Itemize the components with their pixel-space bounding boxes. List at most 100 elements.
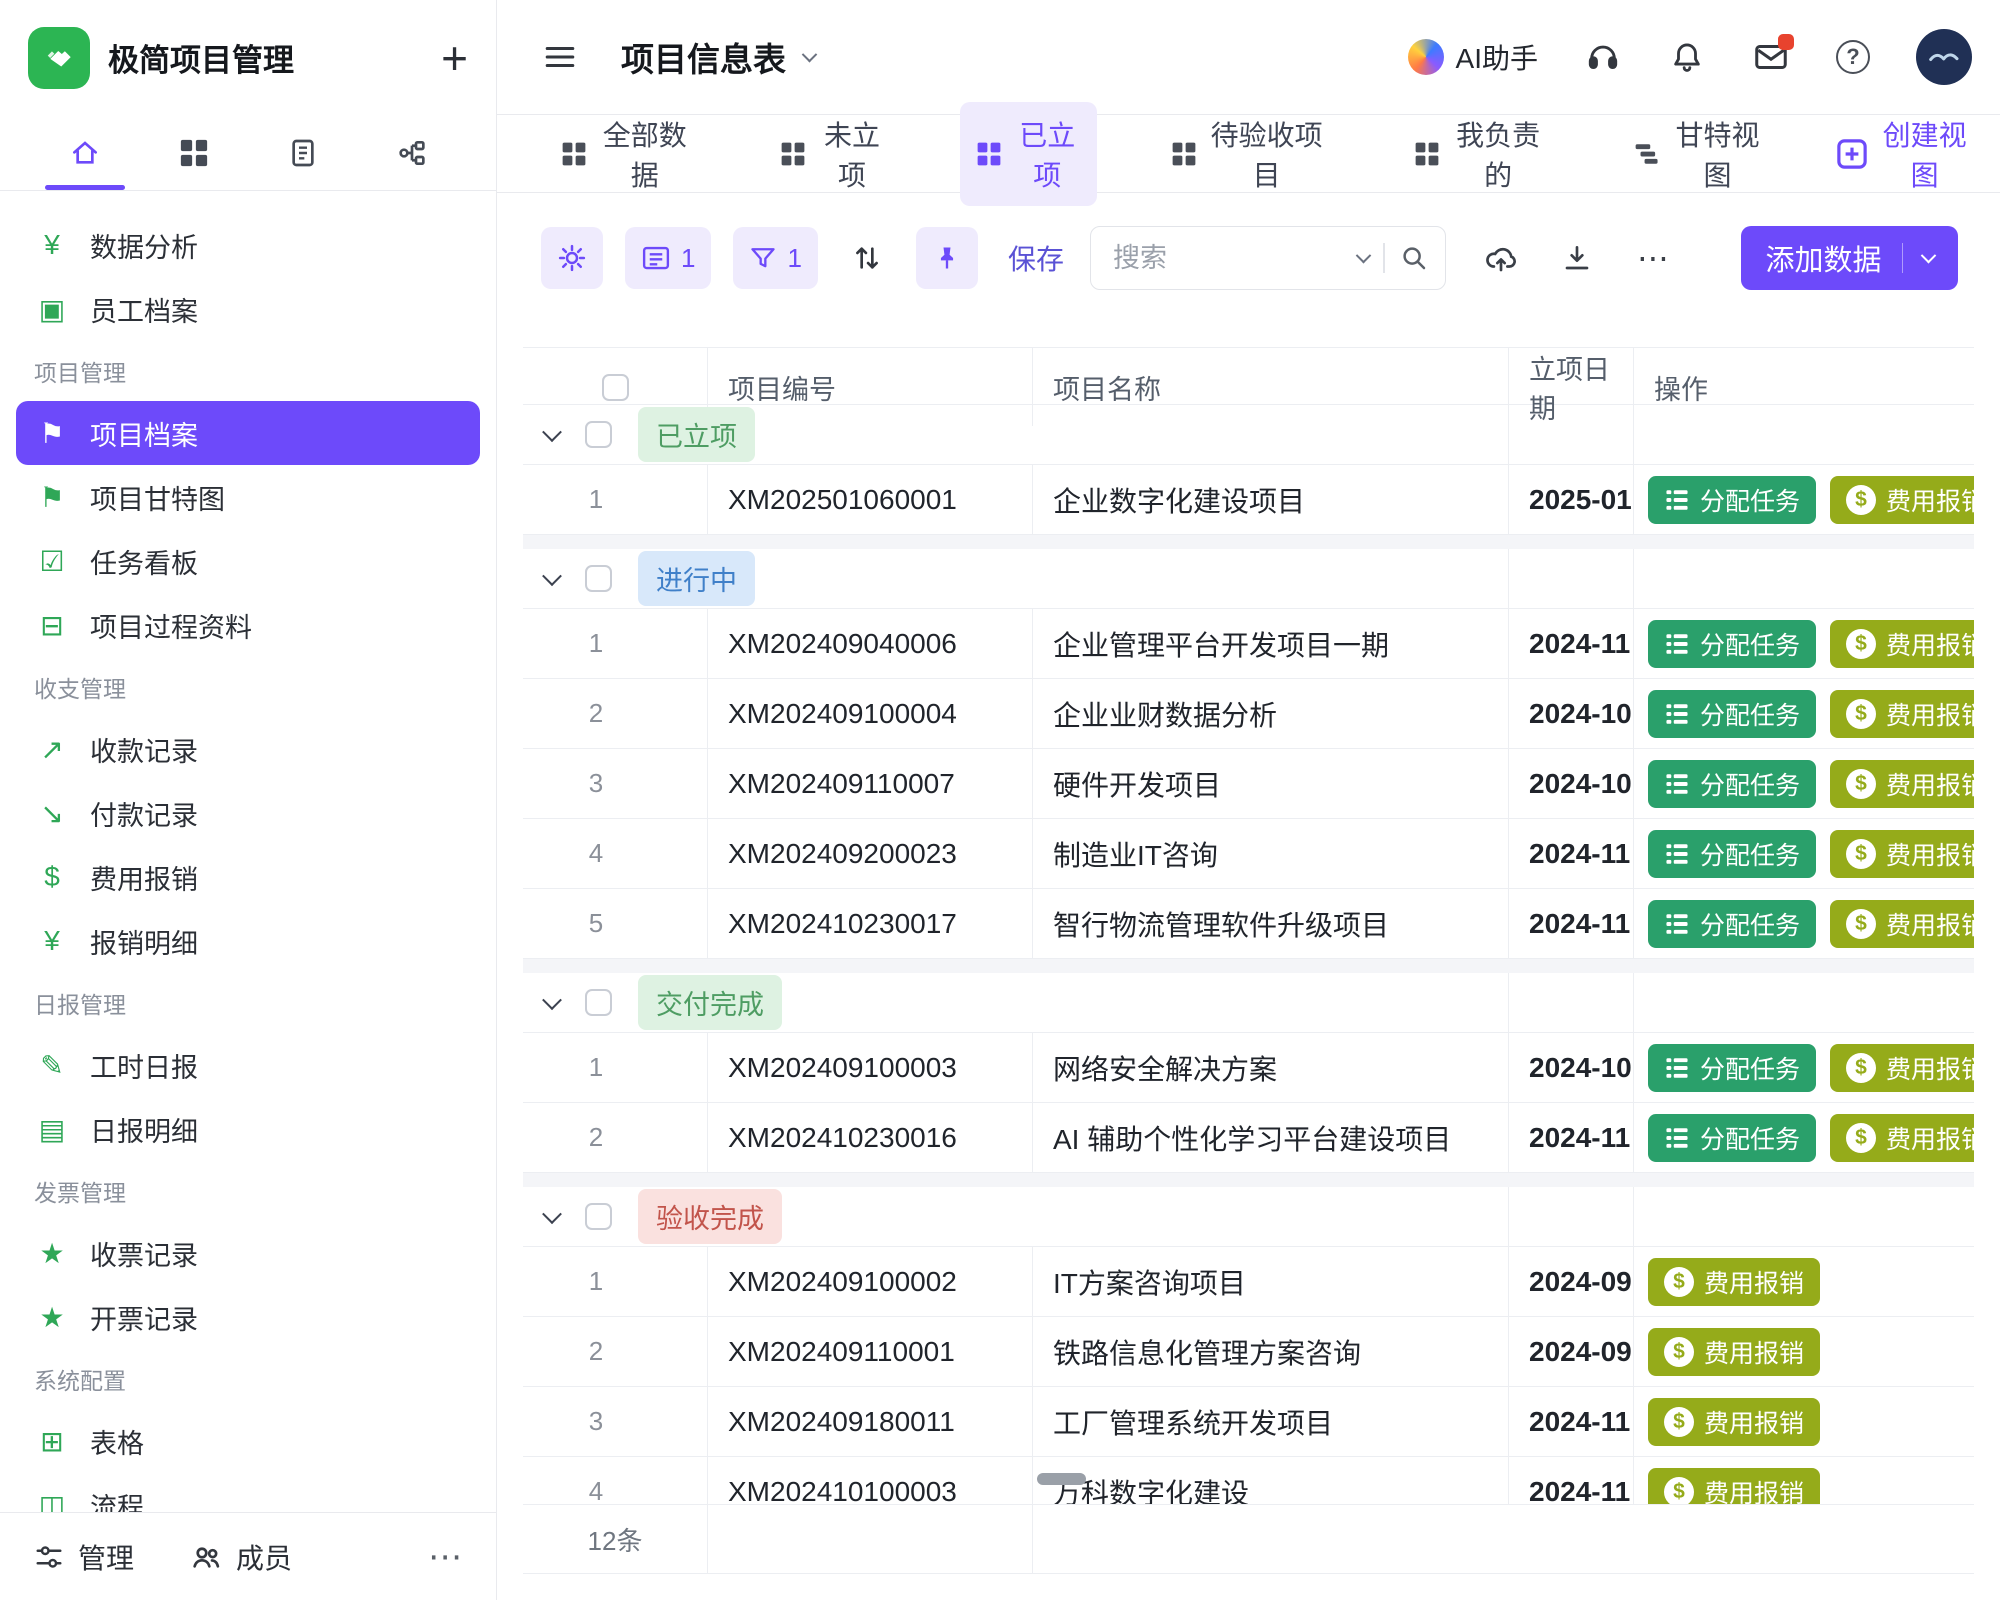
assign-task-icon [1664,631,1690,657]
search-box[interactable] [1090,226,1446,290]
view-tab[interactable]: 甘特视图 [1618,102,1779,206]
expense-claim-button[interactable]: $费用报销 [1830,1114,1974,1162]
hamburger-menu-icon[interactable] [543,40,577,74]
group-collapse-chevron[interactable] [542,422,562,442]
table-body: 已立项1XM202501060001企业数字化建设项目2025-01分配任务$费… [523,405,1974,1504]
view-settings-button[interactable] [541,227,603,289]
sidebar-item[interactable]: ⊞表格 [16,1409,480,1473]
sidebar-item[interactable]: ↘付款记录 [16,781,480,845]
notifications-bell-icon[interactable] [1668,38,1706,76]
help-icon[interactable]: ? [1836,40,1870,74]
pencil-icon: ✎ [34,1049,70,1082]
search-chevron-icon[interactable] [1356,247,1372,263]
view-tab[interactable]: 我负责的 [1398,102,1559,206]
expense-claim-button[interactable]: $费用报销 [1830,760,1974,808]
assign-task-button[interactable]: 分配任务 [1648,760,1816,808]
view-tab[interactable]: 未立项 [764,102,901,206]
upload-cloud-button[interactable] [1474,227,1528,289]
more-actions-button[interactable]: ⋯ [1626,227,1680,289]
select-all-checkbox[interactable] [602,374,629,401]
assign-task-button[interactable]: 分配任务 [1648,620,1816,668]
nav-tab-grid[interactable] [148,115,240,190]
field-config-button[interactable]: 1 [625,227,711,289]
sidebar-item[interactable]: $费用报销 [16,845,480,909]
sidebar-item[interactable]: ⚑项目档案 [16,401,480,465]
sidebar-item[interactable]: ⚑项目甘特图 [16,465,480,529]
assign-task-button[interactable]: 分配任务 [1648,900,1816,948]
expense-claim-button[interactable]: $费用报销 [1830,476,1974,524]
add-data-button[interactable]: 添加数据 [1741,226,1958,290]
table-title-dropdown[interactable]: 项目信息表 [621,33,815,81]
project-date-cell: 2024-09 [1509,1317,1634,1386]
sidebar-item[interactable]: ↗收款记录 [16,717,480,781]
row-actions-cell: 分配任务 $费用报销 [1634,609,1974,678]
add-data-chevron-icon[interactable] [1921,247,1937,263]
expense-claim-button[interactable]: $费用报销 [1830,620,1974,668]
pin-button[interactable] [916,227,978,289]
assign-task-button[interactable]: 分配任务 [1648,830,1816,878]
row-number: 4 [581,838,611,869]
group-collapse-chevron[interactable] [542,566,562,586]
support-headset-icon[interactable] [1584,38,1622,76]
group-checkbox[interactable] [585,1203,612,1230]
sidebar-item[interactable]: ★收票记录 [16,1221,480,1285]
group-checkbox[interactable] [585,565,612,592]
group-checkbox[interactable] [585,421,612,448]
expense-claim-button[interactable]: $费用报销 [1648,1398,1820,1446]
expense-claim-button[interactable]: $费用报销 [1830,690,1974,738]
row-number: 2 [581,1336,611,1367]
assign-task-button[interactable]: 分配任务 [1648,1044,1816,1092]
assign-task-icon [1664,1055,1690,1081]
sidebar-item[interactable]: ¥报销明细 [16,909,480,973]
nav-tab-flow[interactable] [366,115,458,190]
expense-claim-button[interactable]: $费用报销 [1648,1258,1820,1306]
filter-button[interactable]: 1 [733,227,817,289]
sidebar-item[interactable]: ◫流程 [16,1473,480,1512]
sidebar-item[interactable]: ▣员工档案 [16,277,480,341]
assign-task-button[interactable]: 分配任务 [1648,690,1816,738]
view-tab-label: 甘特视图 [1672,114,1763,194]
group-header-row: 进行中 [523,549,1974,609]
search-icon[interactable] [1399,243,1429,273]
assign-task-button[interactable]: 分配任务 [1648,1114,1816,1162]
group-header-row: 交付完成 [523,973,1974,1033]
view-tab[interactable]: 待验收项目 [1155,102,1341,206]
inbox-mail-icon[interactable] [1752,38,1790,76]
expense-claim-button[interactable]: $费用报销 [1648,1468,1820,1505]
group-collapse-chevron[interactable] [542,990,562,1010]
dollar-icon: $ [34,861,70,893]
sidebar-item[interactable]: ▤日报明细 [16,1097,480,1161]
view-tab-bar: 全部数据未立项已立项待验收项目我负责的甘特视图 创建视图 [497,115,2000,193]
save-button[interactable]: 保存 [1008,238,1064,278]
expense-claim-button[interactable]: $费用报销 [1830,830,1974,878]
nav-tab-document[interactable] [257,115,349,190]
user-avatar[interactable] [1916,29,1972,85]
search-input[interactable] [1113,243,1359,274]
group-checkbox[interactable] [585,989,612,1016]
sidebar-item[interactable]: ☑任务看板 [16,529,480,593]
nav-tab-home[interactable] [39,115,131,190]
action-label: 分配任务 [1700,482,1800,518]
expense-claim-button[interactable]: $费用报销 [1830,1044,1974,1092]
download-button[interactable] [1550,227,1604,289]
assign-task-button[interactable]: 分配任务 [1648,476,1816,524]
sidebar-item[interactable]: ⊟项目过程资料 [16,593,480,657]
expense-claim-button[interactable]: $费用报销 [1648,1328,1820,1376]
expense-claim-button[interactable]: $费用报销 [1830,900,1974,948]
ai-assistant-button[interactable]: AI助手 [1408,37,1538,77]
add-workspace-button[interactable]: + [441,35,468,81]
view-tab[interactable]: 已立项 [960,102,1097,206]
create-view-button[interactable]: 创建视图 [1837,114,1970,194]
table-row: 1XM202501060001企业数字化建设项目2025-01分配任务$费用报销 [523,465,1974,535]
sidebar-more-button[interactable]: ⋯ [428,1537,462,1577]
sidebar-item[interactable]: ¥数据分析 [16,213,480,277]
members-button[interactable]: 成员 [190,1537,292,1577]
project-name-cell: 网络安全解决方案 [1033,1033,1509,1102]
horizontal-scrollbar-thumb[interactable] [1037,1473,1086,1485]
view-tab[interactable]: 全部数据 [545,102,706,206]
manage-button[interactable]: 管理 [34,1537,134,1577]
sort-button[interactable] [840,227,894,289]
group-collapse-chevron[interactable] [542,1204,562,1224]
sidebar-item[interactable]: ✎工时日报 [16,1033,480,1097]
sidebar-item[interactable]: ★开票记录 [16,1285,480,1349]
